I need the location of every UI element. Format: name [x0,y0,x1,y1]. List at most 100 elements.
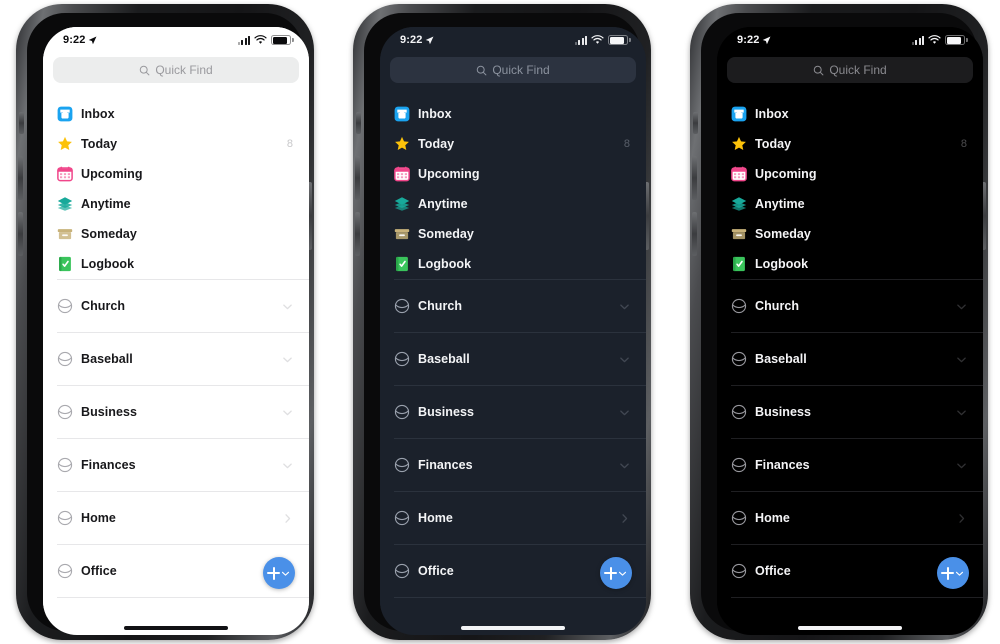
smart-list-count: 8 [960,138,967,150]
volume-down-button[interactable] [18,212,23,256]
area-label: Finances [755,458,810,472]
chevron-right-icon[interactable] [956,513,967,524]
smart-list-item-inbox[interactable]: Inbox [717,99,983,129]
phone-dark: 9:22 Quick Find Inbox Today 8 Upcoming A… [347,0,657,644]
smart-list-item-upcoming[interactable]: Upcoming [717,159,983,189]
chevron-down-icon [618,571,627,576]
star-icon [395,136,409,150]
smart-list-item-anytime[interactable]: Anytime [380,189,646,219]
chevron-down-icon[interactable] [619,407,630,418]
archive-box-icon [57,229,73,240]
chevron-down-icon[interactable] [282,301,293,312]
chevron-down-icon[interactable] [619,354,630,365]
area-item-business[interactable]: Business [380,386,646,438]
search-input[interactable]: Quick Find [390,57,636,83]
volume-up-button[interactable] [692,156,697,200]
chevron-right-icon[interactable] [282,513,293,524]
home-indicator[interactable] [124,626,228,630]
smart-list-item-upcoming[interactable]: Upcoming [43,159,309,189]
volume-down-button[interactable] [355,212,360,256]
chevron-down-icon[interactable] [956,354,967,365]
home-indicator[interactable] [798,626,902,630]
area-item-finances[interactable]: Finances [43,439,309,491]
smart-list-item-logbook[interactable]: Logbook [380,249,646,279]
chevron-down-icon[interactable] [282,460,293,471]
home-indicator[interactable] [461,626,565,630]
calendar-icon [394,166,410,182]
area-item-church[interactable]: Church [717,280,983,332]
new-item-button[interactable] [937,557,969,589]
smart-list-item-upcoming[interactable]: Upcoming [380,159,646,189]
search-input[interactable]: Quick Find [53,57,299,83]
chevron-down-icon[interactable] [619,301,630,312]
area-item-church[interactable]: Church [43,280,309,332]
chevron-down-icon[interactable] [956,460,967,471]
smart-list-label: Anytime [81,197,131,211]
area-icon [394,404,410,420]
mute-switch[interactable] [356,112,361,134]
volume-up-button[interactable] [18,156,23,200]
area-label: Church [418,299,463,313]
smart-list-item-today[interactable]: Today 8 [380,129,646,159]
new-item-button[interactable] [600,557,632,589]
green-book-check-icon [733,256,745,272]
area-icon [731,298,747,314]
new-item-button[interactable] [263,557,295,589]
home-indicator-area [380,617,646,635]
area-item-baseball[interactable]: Baseball [43,333,309,385]
area-item-finances[interactable]: Finances [717,439,983,491]
chevron-down-icon[interactable] [282,354,293,365]
chevron-down-icon[interactable] [956,407,967,418]
area-item-business[interactable]: Business [43,386,309,438]
area-item-church[interactable]: Church [380,280,646,332]
app-ui: 9:22 Quick Find Inbox Today 8 Upcoming A… [43,27,309,635]
plus-icon [604,566,617,580]
search-icon [477,65,487,75]
smart-list-item-someday[interactable]: Someday [380,219,646,249]
location-arrow-icon [763,36,771,44]
smart-list-item-someday[interactable]: Someday [43,219,309,249]
area-label: Office [755,564,791,578]
mute-switch[interactable] [693,112,698,134]
search-placeholder: Quick Find [155,63,213,77]
area-item-baseball[interactable]: Baseball [380,333,646,385]
area-item-home[interactable]: Home [717,492,983,544]
lists-scroll-area[interactable]: Inbox Today 8 Upcoming Anytime Someday Logbook… [43,93,309,617]
chevron-down-icon[interactable] [956,301,967,312]
volume-down-button[interactable] [692,212,697,256]
lists-scroll-area[interactable]: Inbox Today 8 Upcoming Anytime Someday Logbook… [717,93,983,617]
smart-list-item-anytime[interactable]: Anytime [717,189,983,219]
smart-list-item-anytime[interactable]: Anytime [43,189,309,219]
smart-list-item-today[interactable]: Today 8 [43,129,309,159]
area-item-baseball[interactable]: Baseball [717,333,983,385]
area-item-finances[interactable]: Finances [380,439,646,491]
area-icon [57,563,73,579]
search-input[interactable]: Quick Find [727,57,973,83]
chevron-right-icon[interactable] [619,513,630,524]
chevron-down-icon[interactable] [282,407,293,418]
areas-section: Church Baseball Business Finances Home Office [43,280,309,598]
location-arrow-icon [426,36,434,44]
area-label: Business [81,405,137,419]
smart-list-item-logbook[interactable]: Logbook [43,249,309,279]
area-item-home[interactable]: Home [380,492,646,544]
smart-list-item-inbox[interactable]: Inbox [43,99,309,129]
chevron-down-icon[interactable] [619,460,630,471]
phone-bezel: 9:22 Quick Find Inbox Today 8 Upcoming A… [364,13,646,635]
area-label: Business [418,405,474,419]
smart-list-item-inbox[interactable]: Inbox [380,99,646,129]
phone-screen: 9:22 Quick Find Inbox Today 8 Upcoming A… [717,27,983,635]
lists-scroll-area[interactable]: Inbox Today 8 Upcoming Anytime Someday Logbook… [380,93,646,617]
area-icon [394,457,410,473]
area-item-business[interactable]: Business [717,386,983,438]
volume-up-button[interactable] [355,156,360,200]
inbox-tray-icon [731,106,747,122]
smart-list-item-logbook[interactable]: Logbook [717,249,983,279]
smart-list-item-someday[interactable]: Someday [717,219,983,249]
area-item-home[interactable]: Home [43,492,309,544]
mute-switch[interactable] [19,112,24,134]
area-label: Home [755,511,790,525]
phone-bezel: 9:22 Quick Find Inbox Today 8 Upcoming A… [27,13,309,635]
smart-list-item-today[interactable]: Today 8 [717,129,983,159]
smart-list-label: Upcoming [418,167,480,181]
